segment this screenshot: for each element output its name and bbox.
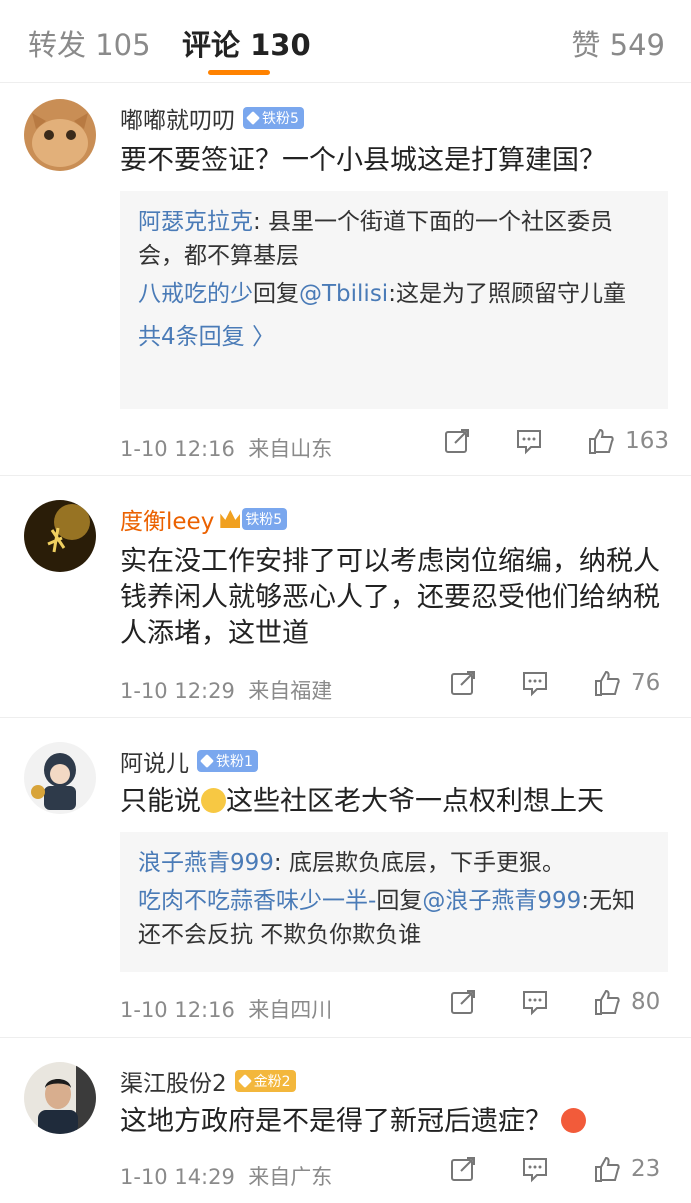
user-row: 度衡leey 铁粉5 [120,502,288,536]
reply-item: 八戒吃的少回复@Tbilisi:这是为了照顾留守儿童 [138,281,626,307]
tab-comments[interactable]: 评论 130 [182,22,311,64]
diamond-icon [237,1074,252,1088]
more-replies-link[interactable]: 共4条回复 〉 [138,317,650,351]
fan-badge: 金粉2 [234,1070,296,1092]
avatar[interactable] [24,99,96,171]
mention[interactable]: @Tbilisi [299,281,388,307]
username[interactable]: 度衡leey [120,502,214,536]
comment-text: 只能说 这些社区老大爷一点权利想上天 [120,786,604,817]
comment-actions: 23 [405,1155,669,1183]
comment-meta: 1-10 12:16 来自四川 [120,998,333,1022]
share-icon[interactable] [449,1155,477,1183]
user-row: 嘟嘟就叨叨 铁粉5 [120,101,304,135]
reply-user[interactable]: 浪子燕青999 [138,850,274,876]
emoji-icon [201,788,226,813]
comment-icon[interactable] [521,1155,549,1183]
active-tab-indicator [208,70,270,75]
comment-text: 这地方政府是不是得了新冠后遗症？ [120,1104,675,1140]
reply-box[interactable]: 阿瑟克拉克: 县里一个街道下面的一个社区委员会，都不算基层 八戒吃的少回复@Tb… [120,191,668,409]
reply-user[interactable]: 阿瑟克拉克 [138,209,253,235]
comment-text: 实在没工作安排了可以考虑岗位缩编，纳税人钱养闲人就够恶心人了，还要忍受他们给纳税… [120,546,660,649]
mention[interactable]: @浪子燕青999 [422,888,581,914]
like-count: 76 [631,670,661,696]
comment-actions: 76 [405,669,669,697]
thumbs-up-icon[interactable] [593,1155,621,1183]
comment-icon[interactable] [521,988,549,1016]
reply-user[interactable]: 八戒吃的少 [138,281,253,307]
comment-text: 要不要签证？一个小县城这是打算建国？ [120,145,606,176]
fan-badge: 铁粉1 [197,750,258,772]
comment-item: 嘟嘟就叨叨 铁粉5 要不要签证？一个小县城这是打算建国？ 阿瑟克拉克: 县里一个… [0,83,691,476]
like-count: 163 [625,428,669,454]
thumbs-up-icon[interactable] [593,988,621,1016]
avatar[interactable] [24,1062,96,1134]
tab-reposts[interactable]: 转发 105 [28,22,151,64]
reply-box[interactable]: 浪子燕青999: 底层欺负底层，下手更狠。 吃肉不吃蒜香味少一半-回复@浪子燕青… [120,832,668,972]
comment-actions: 80 [405,988,669,1016]
like-count: 80 [631,989,661,1015]
reply-item: 阿瑟克拉克: 县里一个街道下面的一个社区委员会，都不算基层 [138,209,614,269]
comment-icon[interactable] [521,669,549,697]
comment-icon[interactable] [515,427,543,455]
comment-meta: 1-10 12:16 来自山东 [120,437,333,461]
share-icon[interactable] [449,669,477,697]
comment-meta: 1-10 12:29 来自福建 [120,679,333,703]
comment-item: 阿说儿 铁粉1 只能说 这些社区老大爷一点权利想上天 浪子燕青999: 底层欺负底… [0,718,691,1038]
username[interactable]: 嘟嘟就叨叨 [120,101,235,135]
thumbs-up-icon[interactable] [587,427,615,455]
comment-meta: 1-10 14:29 来自广东 [120,1165,333,1189]
crown-icon [220,510,241,528]
angry-face-emoji-icon [560,1108,586,1133]
avatar[interactable] [24,742,96,814]
username[interactable]: 渠江股份2 [120,1064,227,1098]
reply-item: 浪子燕青999: 底层欺负底层，下手更狠。 [138,850,565,876]
diamond-icon [246,111,260,125]
reply-user[interactable]: 吃肉不吃蒜香味少一半- [138,888,376,914]
reply-item: 吃肉不吃蒜香味少一半-回复@浪子燕青999:无知还不会反抗 不欺负你欺负谁 [138,888,635,948]
comment-actions: 163 [399,427,669,455]
share-icon[interactable] [443,427,471,455]
tab-likes[interactable]: 赞 549 [571,22,665,64]
comment-item: 度衡leey 铁粉5 实在没工作安排了可以考虑岗位缩编，纳税人钱养闲人就够恶心人… [0,476,691,718]
user-row: 渠江股份2 金粉2 [120,1064,296,1098]
comment-item: 渠江股份2 金粉2 这地方政府是不是得了新冠后遗症？ 1-10 14:29 来自… [0,1038,691,1203]
like-count: 23 [631,1156,661,1182]
comment-tabs: 转发 105 评论 130 赞 549 [0,0,691,83]
user-row: 阿说儿 铁粉1 [120,744,258,778]
thumbs-up-icon[interactable] [593,669,621,697]
username[interactable]: 阿说儿 [120,744,189,778]
diamond-icon [200,754,214,768]
share-icon[interactable] [449,988,477,1016]
avatar[interactable] [24,500,96,572]
fan-badge: 铁粉5 [243,107,304,129]
fan-badge: 铁粉5 [242,508,288,530]
